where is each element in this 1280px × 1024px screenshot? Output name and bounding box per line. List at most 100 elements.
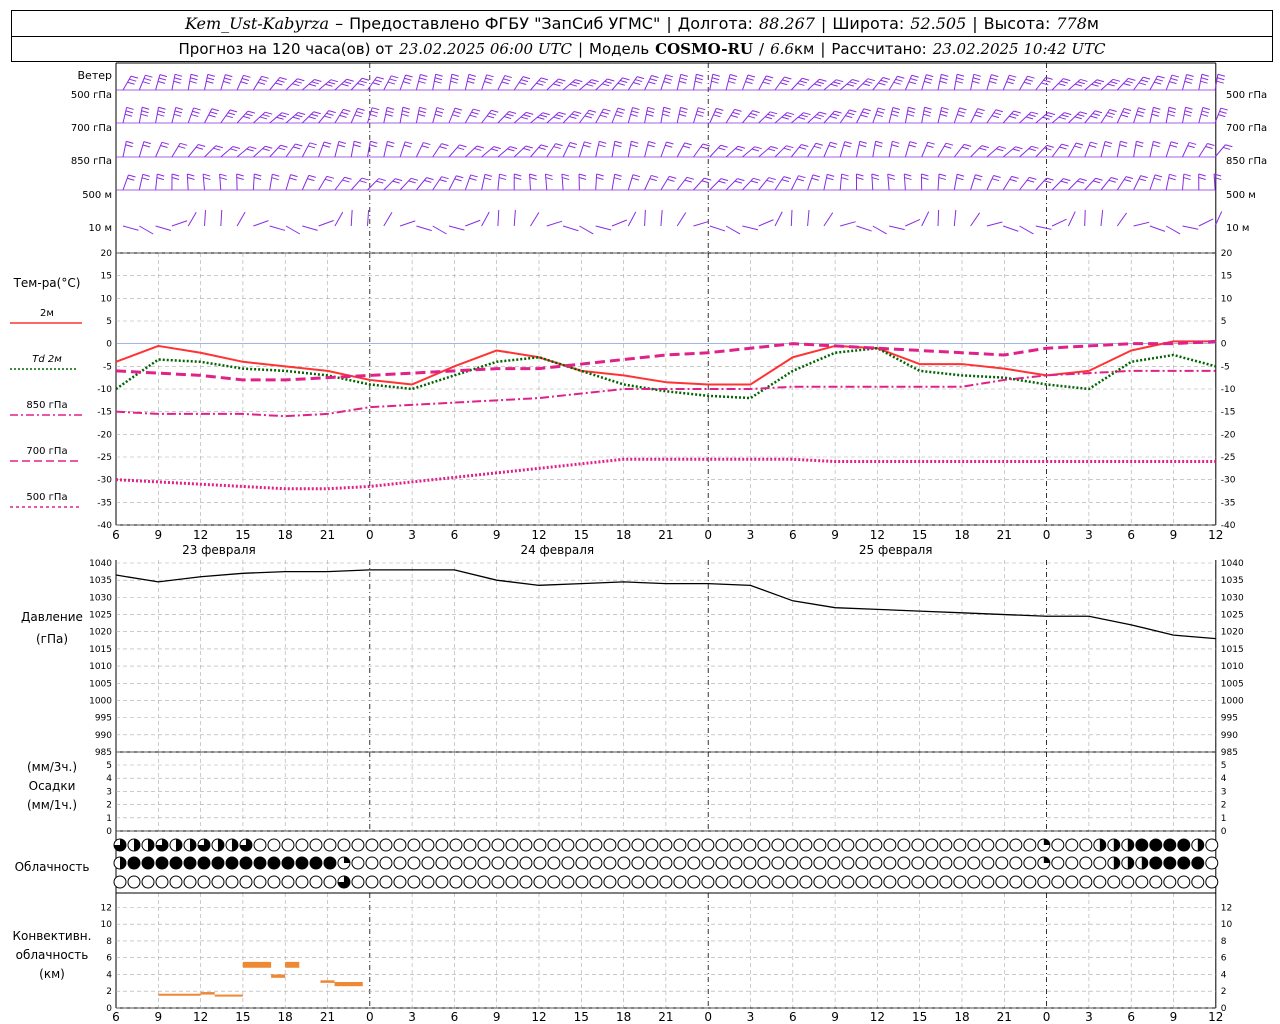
cloud-cover-icon <box>687 838 701 852</box>
wind-barb-shaft <box>562 225 579 232</box>
wind-barb-feather <box>174 77 182 81</box>
wind-barb-feather <box>747 115 756 119</box>
wind-barb-feather <box>293 146 301 150</box>
wind-barb-shaft <box>220 74 226 91</box>
wind-barb-feather <box>468 73 477 77</box>
pressure-tick-right: 1005 <box>1221 679 1244 689</box>
wind-barb-shaft <box>464 145 478 158</box>
wind-barb-feather <box>925 77 933 81</box>
wind-barb-feather <box>361 177 369 181</box>
pressure-tick-left: 985 <box>95 748 112 758</box>
cloud-cover-icon <box>491 875 505 889</box>
wind-barb-feather <box>504 75 512 79</box>
hour-label-mid: 3 <box>747 528 755 542</box>
cloud-cover-icon <box>925 856 939 870</box>
cloud-cover-icon <box>939 856 953 870</box>
wind-barb-feather <box>816 114 824 118</box>
wind-barb-feather <box>276 116 284 120</box>
wind-barb-feather <box>571 113 579 117</box>
pressure-tick-left: 995 <box>95 714 112 724</box>
wind-barb-feather <box>538 80 546 84</box>
wind-barb-feather <box>1058 116 1067 120</box>
cloud-cover-icon <box>715 838 729 852</box>
wind-barb-feather <box>423 142 431 146</box>
wind-barb-feather <box>1123 83 1131 86</box>
wind-barb-feather <box>1225 144 1233 148</box>
cloud-cover-icon <box>897 856 911 870</box>
wind-barb-feather <box>441 176 449 180</box>
temp-tick-right: -25 <box>1221 453 1236 463</box>
wind-barb-feather <box>882 77 890 80</box>
wind-barb-shaft <box>334 211 344 227</box>
temp-tick-left: -5 <box>103 362 112 372</box>
wind-barb-feather <box>279 114 287 118</box>
wind-barb-shaft <box>138 174 144 191</box>
precip-tick-right: 0 <box>1221 827 1227 837</box>
wind-barb-feather <box>1011 113 1019 117</box>
wind-barb-feather <box>523 114 531 118</box>
wind-barb-shaft <box>921 74 927 91</box>
wind-barb-feather <box>507 148 515 152</box>
wind-barb-shaft <box>887 174 890 191</box>
wind-barb-shaft <box>921 211 930 227</box>
wind-barb-feather <box>1120 114 1129 118</box>
wind-barb-feather <box>1222 146 1231 150</box>
wind-barb-feather <box>908 106 916 110</box>
wind-barb-shaft <box>399 107 404 124</box>
cloud-fill <box>1149 857 1162 869</box>
wind-barb-feather <box>128 174 136 178</box>
wind-barb-feather <box>387 140 395 144</box>
hour-label-mid: 9 <box>493 528 501 542</box>
wind-barb-feather <box>802 77 810 81</box>
wind-barb-shaft <box>530 144 542 158</box>
wind-barb-feather <box>646 113 654 117</box>
wind-barb-feather <box>175 106 183 110</box>
cloud-fill <box>120 857 126 869</box>
wind-level-500hpa: 500 гПа <box>71 90 112 101</box>
cloud-cover-icon <box>841 875 855 889</box>
wind-barb-feather <box>908 144 916 148</box>
wind-barb-shaft <box>187 74 192 91</box>
wind-barb-shaft <box>986 146 1000 158</box>
wind-barb-feather <box>830 83 838 87</box>
wind-barb-feather <box>569 142 578 146</box>
wind-barb-shaft <box>709 74 714 91</box>
cloud-fill <box>1113 857 1120 869</box>
wind-barb-feather <box>584 115 592 119</box>
wind-barb-feather <box>225 115 234 119</box>
wind-barb-feather <box>798 116 806 120</box>
wind-barb-feather <box>1217 77 1225 81</box>
wind-barb-shaft <box>644 107 649 124</box>
conv-unit: (км) <box>39 967 65 981</box>
wind-barb-feather <box>489 112 497 116</box>
wind-barb-feather <box>607 78 615 82</box>
wind-barb-feather <box>486 115 495 119</box>
wind-barb-feather <box>867 78 875 82</box>
hour-label-bottom: 6 <box>1127 1010 1135 1024</box>
wind-barb-feather <box>223 80 231 84</box>
wind-barb-feather <box>601 111 609 115</box>
wind-barb-feather <box>1110 81 1118 85</box>
wind-barb-feather <box>1044 147 1052 151</box>
wind-barb-feather <box>578 177 587 181</box>
wind-barb-feather <box>142 144 150 148</box>
wind-barb-feather <box>403 81 411 85</box>
pressure-title: Давление <box>21 610 83 624</box>
wind-barb-feather <box>1170 141 1179 145</box>
cloud-cover-icon <box>547 875 561 889</box>
wind-barb-feather <box>265 145 273 149</box>
wind-barb-feather <box>909 141 917 145</box>
wind-barb-feather <box>1128 77 1136 81</box>
cloud-cover-icon <box>435 856 449 870</box>
wind-barb-feather <box>490 148 499 152</box>
cloud-cover-icon <box>603 875 617 889</box>
wind-barb-feather <box>1023 81 1032 85</box>
wind-barb-feather <box>354 114 362 118</box>
wind-barb-feather <box>770 146 778 149</box>
cloud-cover-icon <box>393 875 407 889</box>
cloud-cover-icon <box>1191 875 1205 889</box>
wind-barb-feather <box>583 144 591 148</box>
temp-tick-left: -25 <box>97 453 112 463</box>
hour-label-bottom: 6 <box>789 1010 797 1024</box>
wind-barb-feather <box>786 145 794 149</box>
